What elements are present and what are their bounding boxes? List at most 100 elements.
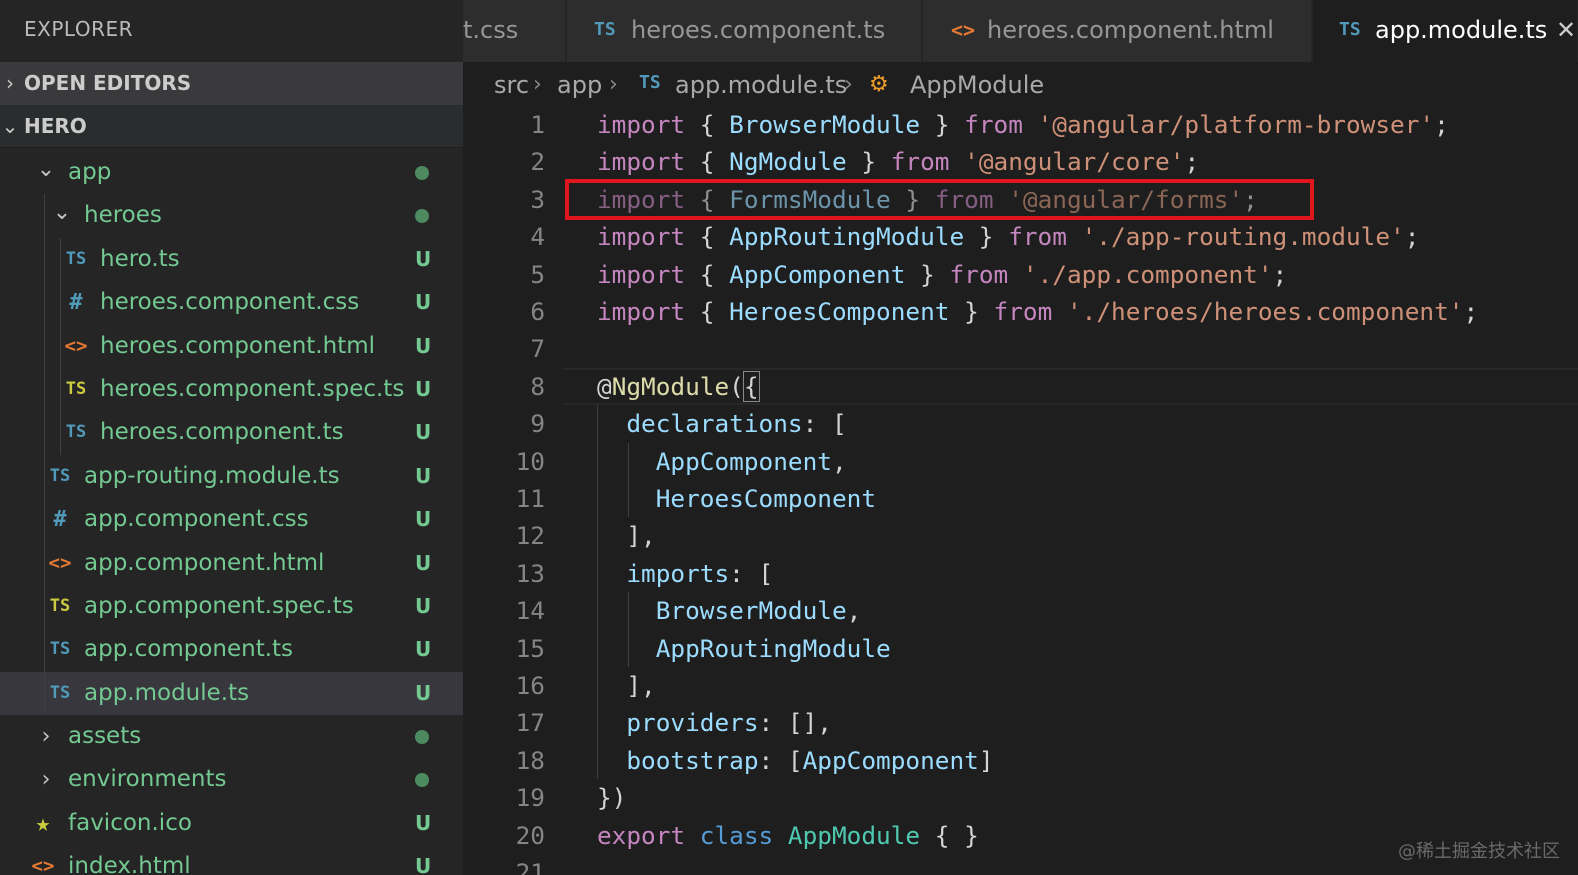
untracked-badge: U [415, 420, 432, 445]
tree-file-heroes-component-spec-ts[interactable]: TS heroes.component.spec.ts U [0, 367, 463, 412]
tree-file-heroes-component-ts[interactable]: TS heroes.component.ts U [0, 411, 463, 455]
line-number: 11 [515, 484, 545, 513]
tab-heroes-component-ts[interactable]: TS heroes.component.ts [567, 0, 922, 62]
code-token: { [685, 297, 730, 326]
indent-guide [44, 324, 45, 368]
tree-file-app-routing-module-ts[interactable]: TS app-routing.module.ts U [0, 454, 463, 499]
typescript-spec-icon: TS [49, 595, 71, 616]
code-text: BrowserModule, [597, 592, 862, 629]
code-token: } [597, 783, 612, 813]
breadcrumb-symbol[interactable]: AppModule [910, 62, 1044, 108]
code-line[interactable]: 2 import { NgModule } from '@angular/core… [463, 143, 1578, 180]
code-text: imports: [ [597, 555, 773, 592]
code-line[interactable]: 12 ], [463, 517, 1578, 554]
code-token: } [920, 110, 965, 139]
tree-label: app.component.html [84, 549, 325, 576]
code-token: { [742, 370, 760, 402]
code-token: BrowserModule [729, 110, 921, 139]
code-token: import [597, 259, 686, 289]
code-line[interactable]: 1 import { BrowserModule } from '@angular… [463, 106, 1578, 143]
code-token: : [ [802, 409, 847, 439]
tab-component-css[interactable]: t.css [463, 0, 566, 62]
tree-label: index.html [68, 853, 191, 875]
code-token: NgModule [729, 147, 847, 177]
code-token: '@angular/platform-browser' [1037, 110, 1435, 139]
project-section[interactable]: ⌄ HERO [0, 105, 463, 148]
code-line[interactable]: 19}) [463, 779, 1578, 816]
code-line[interactable]: 17 providers: [], [463, 704, 1578, 741]
code-line[interactable]: 6 import { HeroesComponent } from './hero… [463, 293, 1578, 330]
line-number: 20 [515, 820, 545, 850]
code-line[interactable]: 10 AppComponent, [463, 443, 1578, 480]
code-text: providers: [], [597, 704, 832, 741]
line-number: 6 [530, 297, 545, 326]
chevron-down-icon: ⌄ [52, 200, 72, 226]
breadcrumb-file[interactable]: app.module.ts [675, 62, 847, 108]
code-token: AppRoutingModule [729, 222, 965, 252]
untracked-badge: U [415, 246, 432, 271]
code-token: ] [978, 745, 994, 775]
tree-file-favicon-ico[interactable]: ★ favicon.ico U [0, 802, 463, 845]
code-token: HeroesComponent [729, 297, 950, 326]
code-token: declarations [626, 409, 803, 439]
line-number: 3 [530, 184, 545, 214]
code-line[interactable]: 7 [463, 330, 1578, 367]
code-token: ; [1434, 110, 1449, 139]
open-editors-section[interactable]: › OPEN EDITORS [0, 62, 463, 105]
code-line[interactable]: 15 AppRoutingModule [463, 630, 1578, 667]
tree-label: heroes.component.spec.ts [100, 375, 405, 402]
untracked-badge: U [415, 550, 432, 575]
code-line[interactable]: 5 import { AppComponent } from './app.com… [463, 256, 1578, 293]
code-line[interactable]: 11 HeroesComponent [463, 480, 1578, 517]
code-token: providers [626, 708, 759, 738]
tree-folder-assets[interactable]: › assets [0, 715, 463, 758]
code-token: , [831, 446, 847, 476]
tree-file-app-component-spec-ts[interactable]: TS app.component.spec.ts U [0, 584, 463, 629]
line-number: 9 [530, 409, 545, 439]
tree-file-heroes-component-css[interactable]: # heroes.component.css U [0, 281, 463, 325]
tree-file-index-html[interactable]: <> index.html U [0, 845, 463, 875]
tree-label: app-routing.module.ts [84, 462, 340, 489]
line-number: 21 [515, 858, 545, 875]
tree-folder-heroes[interactable]: ⌄ heroes [0, 194, 463, 238]
breadcrumb-src[interactable]: src [494, 62, 529, 108]
code-line[interactable]: 14 BrowserModule, [463, 592, 1578, 629]
line-number: 8 [530, 371, 545, 401]
tree-file-app-module-ts[interactable]: TS app.module.ts U [0, 671, 463, 716]
code-token: AppComponent [802, 745, 979, 775]
code-line[interactable]: 9 declarations: [ [463, 405, 1578, 442]
code-token: ; [1184, 147, 1200, 177]
untracked-badge: U [415, 810, 432, 835]
tree-file-app-component-css[interactable]: # app.component.css U [0, 498, 463, 542]
tree-label: assets [68, 723, 142, 750]
code-line[interactable]: 18 bootstrap: [AppComponent] [463, 742, 1578, 779]
indent-guide [44, 367, 45, 412]
tree-file-app-component-ts[interactable]: TS app.component.ts U [0, 628, 463, 672]
code-line[interactable]: 16 ], [463, 667, 1578, 704]
close-icon[interactable]: ✕ [1556, 0, 1576, 60]
code-line[interactable]: 4 import { AppRoutingModule } from './app… [463, 218, 1578, 255]
code-token: from [993, 297, 1053, 326]
tree-file-heroes-component-html[interactable]: <> heroes.component.html U [0, 324, 463, 368]
indent-guide [60, 367, 61, 412]
breadcrumb-app[interactable]: app [557, 62, 602, 108]
explorer-title: EXPLORER [24, 17, 133, 41]
tree-folder-environments[interactable]: › environments [0, 758, 463, 801]
tab-heroes-component-html[interactable]: <> heroes.component.html [923, 0, 1312, 62]
code-token: ], [597, 671, 656, 700]
tree-file-app-component-html[interactable]: <> app.component.html U [0, 541, 463, 585]
tab-app-module-ts[interactable]: TS app.module.ts ✕ [1313, 0, 1578, 62]
tree-file-hero-ts[interactable]: TS hero.ts U [0, 237, 463, 282]
code-token: { [685, 222, 730, 252]
code-line[interactable]: 8 @NgModule({ [463, 367, 1578, 406]
code-text: HeroesComponent [597, 480, 876, 517]
tree-label: heroes.component.ts [100, 419, 344, 446]
code-line[interactable]: 13 imports: [ [463, 555, 1578, 592]
code-token: from [949, 259, 1009, 289]
tree-folder-app[interactable]: ⌄ app [0, 151, 463, 194]
